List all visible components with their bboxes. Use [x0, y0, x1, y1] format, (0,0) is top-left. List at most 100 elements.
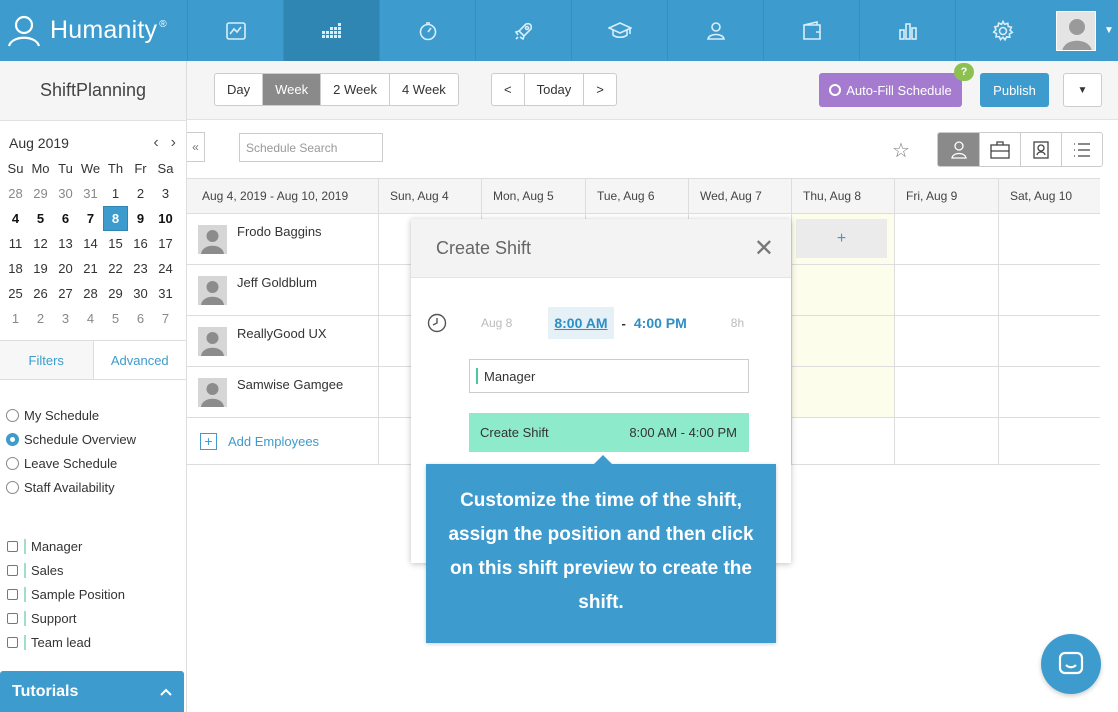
employee-name-cell[interactable]: Jeff Goldblum [187, 265, 378, 315]
checkbox-sales[interactable]: Sales [7, 558, 125, 582]
publish-button[interactable]: Publish [980, 73, 1049, 107]
nav-payroll[interactable] [763, 0, 859, 61]
radio-leave-schedule[interactable]: Leave Schedule [6, 451, 136, 475]
star-icon[interactable]: ☆ [892, 138, 910, 163]
calendar-day[interactable]: 5 [103, 306, 128, 331]
calendar-day[interactable]: 1 [103, 181, 128, 206]
tab-advanced[interactable]: Advanced [92, 341, 186, 379]
nav-launch[interactable] [475, 0, 571, 61]
calendar-day[interactable]: 23 [128, 256, 153, 281]
tutorials-panel-toggle[interactable]: Tutorials [0, 671, 184, 712]
shift-cell[interactable] [894, 265, 998, 315]
shift-preview-button[interactable]: Create Shift 8:00 AM - 4:00 PM [469, 413, 749, 452]
shift-end-time[interactable]: 4:00 PM [634, 315, 687, 331]
today-button[interactable]: Today [523, 74, 584, 105]
checkbox-manager[interactable]: Manager [7, 534, 125, 558]
shift-cell[interactable] [791, 265, 894, 315]
employee-name-cell[interactable]: ReallyGood UX [187, 316, 378, 366]
calendar-day[interactable]: 31 [153, 281, 178, 306]
range-4week-button[interactable]: 4 Week [388, 74, 458, 105]
calendar-day[interactable]: 25 [3, 281, 28, 306]
range-2week-button[interactable]: 2 Week [320, 74, 389, 105]
calendar-day[interactable]: 15 [103, 231, 128, 256]
position-select[interactable]: Manager [469, 359, 749, 393]
calendar-day[interactable]: 5 [28, 206, 53, 231]
shift-cell[interactable] [894, 367, 998, 417]
nav-dashboard[interactable] [187, 0, 283, 61]
range-day-button[interactable]: Day [215, 74, 262, 105]
calendar-day[interactable]: 22 [103, 256, 128, 281]
shift-cell[interactable] [998, 265, 1100, 315]
calendar-day[interactable]: 16 [128, 231, 153, 256]
radio-my-schedule[interactable]: My Schedule [6, 403, 136, 427]
help-badge[interactable]: ? [954, 63, 974, 81]
checkbox-support[interactable]: Support [7, 606, 125, 630]
calendar-day[interactable]: 6 [128, 306, 153, 331]
chat-launcher-button[interactable] [1041, 634, 1101, 694]
calendar-day[interactable]: 13 [53, 231, 78, 256]
calendar-day[interactable]: 12 [28, 231, 53, 256]
schedule-search-input[interactable] [239, 133, 383, 162]
collapse-sidebar-button[interactable]: « [187, 132, 205, 162]
calendar-day[interactable]: 28 [3, 181, 28, 206]
close-icon[interactable]: ✕ [754, 234, 774, 263]
add-employees-button[interactable]: + Add Employees [187, 418, 378, 464]
auto-fill-schedule-button[interactable]: Auto-Fill Schedule [819, 73, 962, 107]
shift-start-time[interactable]: 8:00 AM [548, 307, 614, 339]
calendar-day[interactable]: 19 [28, 256, 53, 281]
calendar-day[interactable]: 7 [153, 306, 178, 331]
calendar-day[interactable]: 29 [28, 181, 53, 206]
calendar-day[interactable]: 30 [128, 281, 153, 306]
calendar-day[interactable]: 2 [128, 181, 153, 206]
calendar-day[interactable]: 3 [153, 181, 178, 206]
view-position-button[interactable] [979, 133, 1020, 166]
more-options-button[interactable]: ▼ [1063, 73, 1102, 107]
nav-staff[interactable] [667, 0, 763, 61]
calendar-day[interactable]: 2 [28, 306, 53, 331]
view-location-button[interactable] [1020, 133, 1061, 166]
view-employee-button[interactable] [938, 133, 979, 166]
calendar-day[interactable]: 7 [78, 206, 103, 231]
calendar-day[interactable]: 17 [153, 231, 178, 256]
calendar-day[interactable]: 10 [153, 206, 178, 231]
calendar-day[interactable]: 27 [53, 281, 78, 306]
add-shift-button[interactable]: + [796, 219, 887, 258]
tab-filters[interactable]: Filters [0, 341, 93, 379]
calendar-day[interactable]: 18 [3, 256, 28, 281]
calendar-day[interactable]: 29 [103, 281, 128, 306]
radio-staff-availability[interactable]: Staff Availability [6, 475, 136, 499]
shift-cell[interactable] [791, 367, 894, 417]
calendar-day[interactable]: 20 [53, 256, 78, 281]
calendar-day[interactable]: 31 [78, 181, 103, 206]
calendar-day[interactable]: 4 [3, 206, 28, 231]
shift-cell[interactable] [998, 316, 1100, 366]
calendar-day[interactable]: 3 [53, 306, 78, 331]
shift-cell[interactable] [894, 316, 998, 366]
calendar-day[interactable]: 9 [128, 206, 153, 231]
employee-name-cell[interactable]: Samwise Gamgee [187, 367, 378, 417]
user-menu[interactable]: ▼ [1050, 0, 1118, 61]
shift-cell[interactable] [998, 367, 1100, 417]
radio-schedule-overview[interactable]: Schedule Overview [6, 427, 136, 451]
calendar-day[interactable]: 8 [103, 206, 128, 231]
chevron-right-icon[interactable]: › [171, 134, 176, 151]
calendar-day[interactable]: 24 [153, 256, 178, 281]
shift-cell[interactable] [894, 214, 998, 264]
humanity-logo[interactable]: Humanity ® [0, 0, 187, 61]
calendar-day[interactable]: 4 [78, 306, 103, 331]
shift-cell[interactable] [998, 214, 1100, 264]
range-week-button[interactable]: Week [262, 74, 321, 105]
settings-button[interactable] [955, 0, 1050, 61]
prev-button[interactable]: < [492, 74, 524, 105]
calendar-day[interactable]: 14 [78, 231, 103, 256]
checkbox-sample-position[interactable]: Sample Position [7, 582, 125, 606]
calendar-day[interactable]: 28 [78, 281, 103, 306]
checkbox-team-lead[interactable]: Team lead [7, 630, 125, 654]
view-list-button[interactable] [1061, 133, 1102, 166]
nav-training[interactable] [571, 0, 667, 61]
chevron-left-icon[interactable]: ‹ [153, 134, 158, 151]
calendar-day[interactable]: 6 [53, 206, 78, 231]
shift-cell[interactable] [791, 316, 894, 366]
calendar-day[interactable]: 11 [3, 231, 28, 256]
calendar-day[interactable]: 30 [53, 181, 78, 206]
